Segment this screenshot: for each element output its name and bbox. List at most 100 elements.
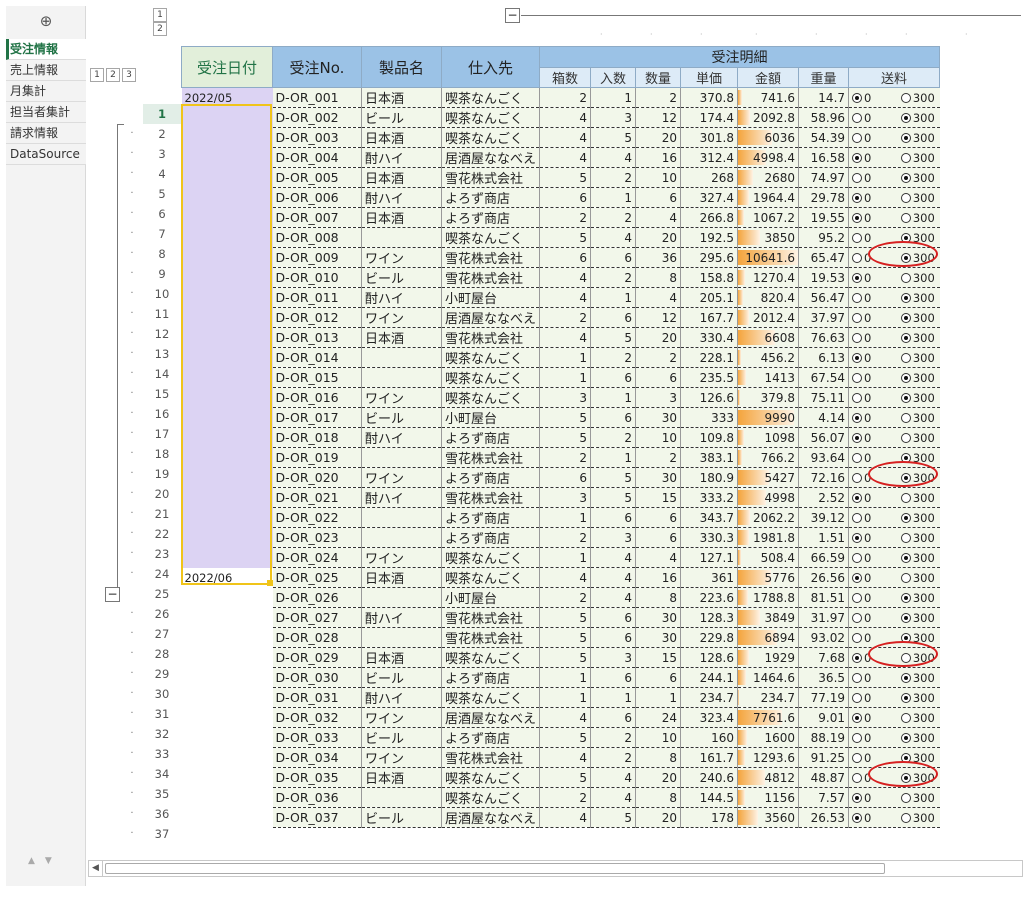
cell-per-box[interactable]: 5 xyxy=(590,467,637,488)
radio-icon[interactable] xyxy=(900,432,911,443)
shipping-option[interactable]: 0 xyxy=(852,371,893,385)
cell-weight[interactable]: 7.57 xyxy=(798,787,850,808)
cell-quantity[interactable]: 6 xyxy=(635,187,682,208)
cell-product[interactable]: 日本酒 xyxy=(361,87,442,108)
cell-unit-price[interactable]: 128.3 xyxy=(680,607,739,628)
cell-weight[interactable]: 26.53 xyxy=(798,807,850,828)
cell-quantity[interactable]: 6 xyxy=(635,667,682,688)
cell-boxes[interactable]: 1 xyxy=(539,547,592,568)
row-header[interactable]: 35 xyxy=(143,784,181,804)
cell-quantity[interactable]: 15 xyxy=(635,647,682,668)
header-order-details[interactable]: 受注明細 xyxy=(539,46,941,68)
cell-per-box[interactable]: 4 xyxy=(590,567,637,588)
add-sheet-icon[interactable]: ⊕ xyxy=(6,12,86,30)
row-header[interactable]: 31 xyxy=(143,704,181,724)
cell-amount[interactable]: 741.6 xyxy=(737,87,800,108)
cell-order-date[interactable]: 2022/05 xyxy=(181,87,273,108)
cell-amount[interactable]: 1156 xyxy=(737,787,800,808)
shipping-option[interactable]: 0 xyxy=(852,431,893,445)
row-header[interactable]: 16 xyxy=(143,404,181,424)
cell-unit-price[interactable]: 192.5 xyxy=(680,227,739,248)
cell-order-date[interactable] xyxy=(181,367,273,388)
radio-icon[interactable] xyxy=(900,712,911,723)
cell-order-no[interactable]: D-OR_009 xyxy=(272,247,362,268)
cell-order-no[interactable]: D-OR_028 xyxy=(272,627,362,648)
shipping-option[interactable]: 0 xyxy=(852,211,893,225)
cell-unit-price[interactable]: 178 xyxy=(680,807,739,828)
cell-quantity[interactable]: 10 xyxy=(635,427,682,448)
cell-amount[interactable]: 766.2 xyxy=(737,447,800,468)
cell-order-no[interactable]: D-OR_029 xyxy=(272,647,362,668)
cell-order-no[interactable]: D-OR_013 xyxy=(272,327,362,348)
shipping-option[interactable]: 0 xyxy=(852,251,893,265)
cell-order-date[interactable] xyxy=(181,527,273,548)
cell-supplier[interactable]: 喫茶なんごく xyxy=(441,347,541,368)
row-header[interactable]: 29 xyxy=(143,664,181,684)
cell-supplier[interactable]: 雪花株式会社 xyxy=(441,487,541,508)
cell-product[interactable] xyxy=(361,347,442,368)
cell-amount[interactable]: 508.4 xyxy=(737,547,800,568)
cell-amount[interactable]: 2092.8 xyxy=(737,107,800,128)
cell-product[interactable]: 酎ハイ xyxy=(361,147,442,168)
radio-icon[interactable] xyxy=(852,652,863,663)
cell-order-no[interactable]: D-OR_036 xyxy=(272,787,362,808)
cell-per-box[interactable]: 5 xyxy=(590,807,637,828)
radio-icon[interactable] xyxy=(852,272,863,283)
cell-supplier[interactable]: よろず商店 xyxy=(441,507,541,528)
cell-per-box[interactable]: 6 xyxy=(590,247,637,268)
cell-weight[interactable]: 9.01 xyxy=(798,707,850,728)
cell-quantity[interactable]: 30 xyxy=(635,607,682,628)
cell-product[interactable] xyxy=(361,787,442,808)
cell-order-no[interactable]: D-OR_008 xyxy=(272,227,362,248)
cell-per-box[interactable]: 5 xyxy=(590,327,637,348)
shipping-option[interactable]: 300 xyxy=(893,91,935,105)
shipping-option[interactable]: 0 xyxy=(852,771,893,785)
row-group-collapse-button[interactable]: − xyxy=(105,587,120,602)
cell-per-box[interactable]: 4 xyxy=(590,227,637,248)
cell-supplier[interactable]: 雪花株式会社 xyxy=(441,327,541,348)
cell-unit-price[interactable]: 240.6 xyxy=(680,767,739,788)
cell-order-no[interactable]: D-OR_019 xyxy=(272,447,362,468)
cell-supplier[interactable]: 雪花株式会社 xyxy=(441,447,541,468)
cell-product[interactable] xyxy=(361,227,442,248)
shipping-option[interactable]: 0 xyxy=(852,351,893,365)
cell-order-date[interactable] xyxy=(181,347,273,368)
sub-header[interactable]: 送料 xyxy=(848,67,941,88)
sub-header[interactable]: 箱数 xyxy=(539,67,592,88)
cell-unit-price[interactable]: 128.6 xyxy=(680,647,739,668)
radio-icon[interactable] xyxy=(852,152,863,163)
cell-order-date[interactable] xyxy=(181,127,273,148)
cell-boxes[interactable]: 4 xyxy=(539,287,592,308)
shipping-option[interactable]: 300 xyxy=(893,611,935,625)
cell-per-box[interactable]: 6 xyxy=(590,407,637,428)
cell-boxes[interactable]: 4 xyxy=(539,707,592,728)
cell-order-no[interactable]: D-OR_006 xyxy=(272,187,362,208)
radio-icon[interactable] xyxy=(900,152,911,163)
radio-icon[interactable] xyxy=(852,812,863,823)
cell-boxes[interactable]: 4 xyxy=(539,147,592,168)
cell-quantity[interactable]: 8 xyxy=(635,267,682,288)
shipping-option[interactable]: 300 xyxy=(893,151,935,165)
cell-quantity[interactable]: 6 xyxy=(635,527,682,548)
radio-icon[interactable] xyxy=(900,792,911,803)
row-header[interactable]: 7 xyxy=(143,224,181,244)
cell-per-box[interactable]: 2 xyxy=(590,727,637,748)
cell-amount[interactable]: 1788.8 xyxy=(737,587,800,608)
radio-icon[interactable] xyxy=(852,232,863,243)
cell-amount[interactable]: 9990 xyxy=(737,407,800,428)
cell-unit-price[interactable]: 180.9 xyxy=(680,467,739,488)
cell-order-no[interactable]: D-OR_023 xyxy=(272,527,362,548)
shipping-option[interactable]: 0 xyxy=(852,271,893,285)
cell-supplier[interactable]: 喫茶なんごく xyxy=(441,367,541,388)
cell-per-box[interactable]: 4 xyxy=(590,587,637,608)
row-header[interactable]: 13 xyxy=(143,344,181,364)
radio-icon[interactable] xyxy=(852,492,863,503)
cell-per-box[interactable]: 6 xyxy=(590,627,637,648)
cell-weight[interactable]: 76.63 xyxy=(798,327,850,348)
row-header[interactable]: 24 xyxy=(143,564,181,584)
shipping-option[interactable]: 0 xyxy=(852,591,893,605)
sheet-tab[interactable]: 担当者集計 xyxy=(6,102,86,123)
cell-amount[interactable]: 10641.6 xyxy=(737,247,800,268)
shipping-option[interactable]: 0 xyxy=(852,391,893,405)
cell-order-no[interactable]: D-OR_026 xyxy=(272,587,362,608)
